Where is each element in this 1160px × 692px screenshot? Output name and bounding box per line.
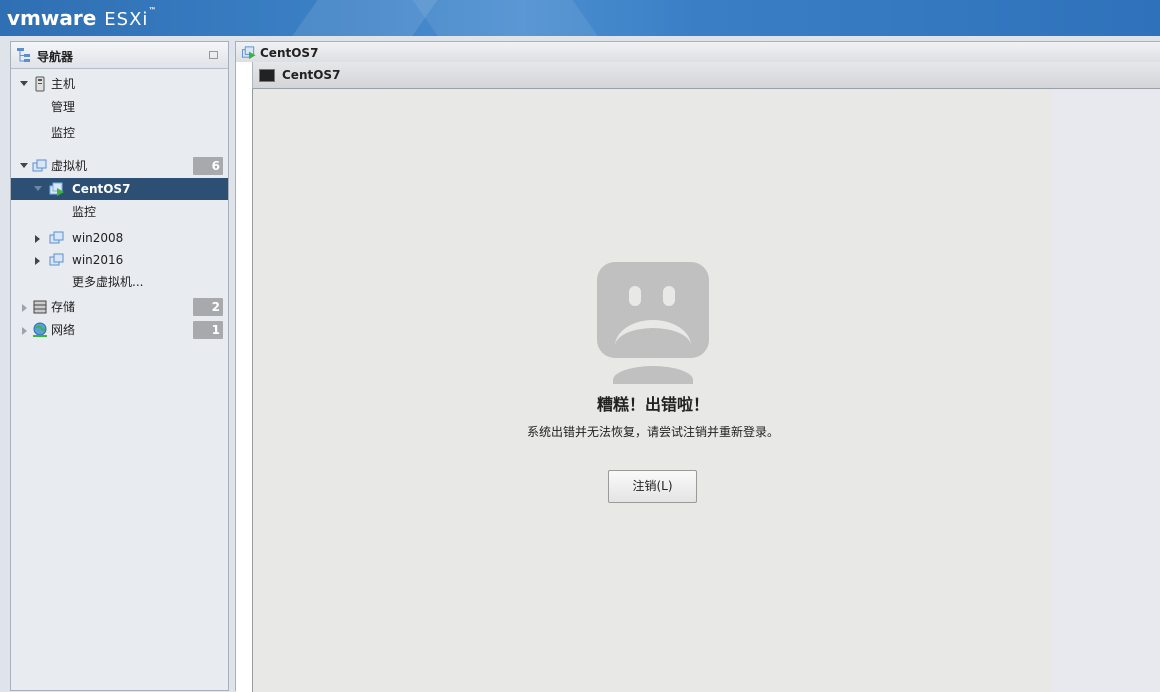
nav-item-label: 网络 xyxy=(51,323,76,337)
count-badge: 1 xyxy=(193,321,223,339)
console-title: CentOS7 xyxy=(282,68,341,82)
nav-item-vm-centos7[interactable]: CentOS7 xyxy=(11,178,228,200)
vm-icon xyxy=(49,253,64,266)
navigator-title: 导航器 xyxy=(37,50,74,64)
nav-item-host[interactable]: 主机 xyxy=(11,73,228,95)
sad-face-eye xyxy=(629,286,641,306)
navigator-panel: 导航器 主机 管理 监控 虚拟机 6 CentOS7 监控 win2008 wi… xyxy=(10,41,229,691)
console-area: 糟糕！出错啦！ 系统出错并无法恢复，请尝试注销并重新登录。 注销(L) xyxy=(252,89,1053,692)
host-icon xyxy=(35,76,45,92)
nav-item-host-manage[interactable]: 管理 xyxy=(11,96,228,118)
vm-tab-title: CentOS7 xyxy=(260,46,319,60)
nav-item-label: 管理 xyxy=(51,100,76,114)
logout-button[interactable]: 注销(L) xyxy=(608,470,697,503)
chevron-down-icon[interactable] xyxy=(34,186,42,191)
chevron-down-icon[interactable] xyxy=(20,163,28,168)
nav-item-label: win2008 xyxy=(72,231,124,245)
chevron-right-icon[interactable] xyxy=(22,327,27,335)
nav-item-label: win2016 xyxy=(72,253,124,267)
nav-item-more-vms[interactable]: 更多虚拟机... xyxy=(11,271,228,293)
nav-item-label: 监控 xyxy=(72,205,97,219)
nav-item-vm-monitor[interactable]: 监控 xyxy=(11,201,228,223)
virtual-machines-icon xyxy=(32,159,47,172)
collapse-panel-icon[interactable] xyxy=(209,51,218,59)
network-icon xyxy=(33,322,47,337)
nav-item-label: 监控 xyxy=(51,126,76,140)
nav-item-network[interactable]: 网络 1 xyxy=(11,319,228,341)
nav-item-label: CentOS7 xyxy=(72,182,131,196)
panel-gutter xyxy=(236,62,252,692)
sad-face-icon xyxy=(597,262,709,358)
sad-face-eye xyxy=(663,286,675,306)
vm-powered-on-icon xyxy=(241,46,256,60)
logo-product-text: ESXi xyxy=(104,9,149,30)
nav-item-vm-win2016[interactable]: win2016 xyxy=(11,249,228,271)
nav-item-virtual-machines[interactable]: 虚拟机 6 xyxy=(11,155,228,177)
vm-powered-on-icon xyxy=(49,182,64,196)
nav-item-label: 主机 xyxy=(51,77,76,91)
vm-tab-header: CentOS7 xyxy=(236,42,1160,63)
console-icon xyxy=(259,69,275,82)
vmware-esxi-logo: vmware ESXi™ xyxy=(7,6,156,30)
chevron-right-icon[interactable] xyxy=(35,257,40,265)
vm-icon xyxy=(49,231,64,244)
chevron-down-icon[interactable] xyxy=(20,81,28,86)
count-badge: 2 xyxy=(193,298,223,316)
main-panel: CentOS7 CentOS7 糟糕！出错啦！ 系统出错并无法恢复，请尝试注销并… xyxy=(235,41,1160,692)
chevron-right-icon[interactable] xyxy=(35,235,40,243)
logo-tm: ™ xyxy=(148,6,157,15)
logo-vmware-text: vmware xyxy=(7,6,97,30)
sad-face-mouth xyxy=(615,320,691,346)
chevron-right-icon[interactable] xyxy=(22,304,27,312)
navigator-header: 导航器 xyxy=(11,42,228,69)
top-banner: vmware ESXi™ xyxy=(0,0,1160,36)
error-title: 糟糕！出错啦！ xyxy=(596,395,709,414)
sad-face-base xyxy=(613,366,693,384)
nav-item-vm-win2008[interactable]: win2008 xyxy=(11,227,228,249)
console-side-area xyxy=(1052,89,1160,692)
storage-icon xyxy=(33,300,47,314)
banner-decoration xyxy=(398,0,622,36)
nav-item-storage[interactable]: 存储 2 xyxy=(11,296,228,318)
count-badge: 6 xyxy=(193,157,223,175)
nav-item-label: 存储 xyxy=(51,300,76,314)
nav-item-host-monitor[interactable]: 监控 xyxy=(11,122,228,144)
error-message: 系统出错并无法恢复，请尝试注销并重新登录。 xyxy=(526,425,779,439)
nav-item-label: 虚拟机 xyxy=(51,159,88,173)
nav-item-label: 更多虚拟机... xyxy=(72,275,144,289)
navigator-icon xyxy=(17,48,30,62)
console-header: CentOS7 xyxy=(252,62,1160,89)
